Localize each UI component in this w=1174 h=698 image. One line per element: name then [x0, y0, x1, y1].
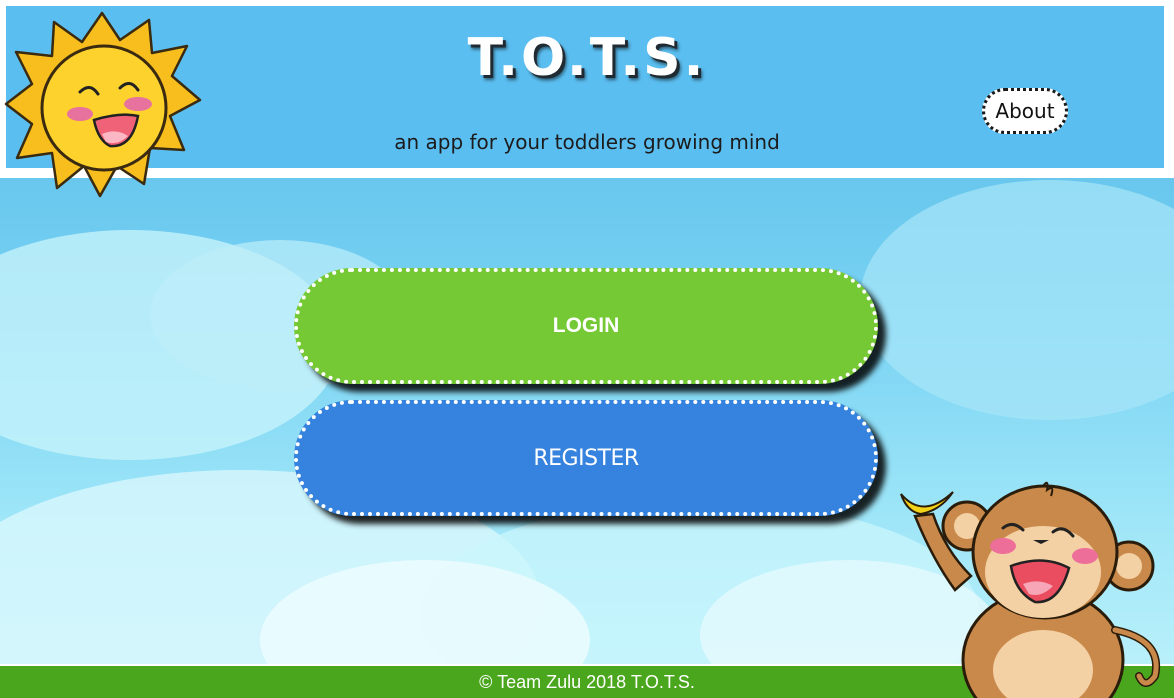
monkey-mascot-icon — [900, 481, 1161, 698]
register-button[interactable]: REGISTER — [294, 400, 878, 516]
about-button[interactable]: About — [982, 88, 1068, 134]
login-button[interactable]: LOGIN — [294, 268, 878, 384]
sun-mascot-icon — [4, 11, 202, 198]
footer-copyright: © Team Zulu 2018 T.O.T.S. — [479, 671, 695, 692]
